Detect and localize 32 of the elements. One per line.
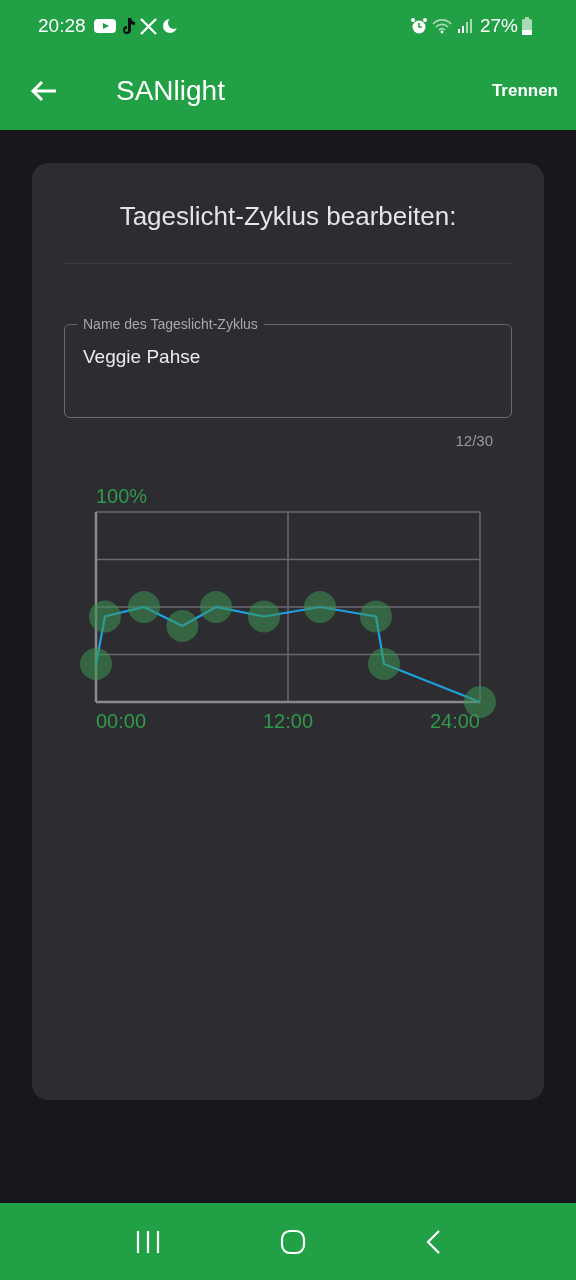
time-label: 24:00 <box>429 710 480 732</box>
home-icon[interactable] <box>280 1228 306 1255</box>
moon-icon <box>160 18 179 34</box>
field-value: Veggie Pahse <box>83 346 202 368</box>
signal-icon <box>457 18 472 34</box>
battery-icon <box>522 17 532 35</box>
point-handle[interactable] <box>304 591 336 623</box>
point-handle[interactable] <box>200 591 232 623</box>
alarm-icon <box>409 17 428 35</box>
x-icon <box>139 17 157 35</box>
wifi-icon <box>431 18 454 34</box>
character-counter: 12/30 <box>455 432 493 449</box>
time-label: 00:00 <box>96 710 147 732</box>
point-handle[interactable] <box>360 600 392 633</box>
card-title: Tageslicht-Zyklus bearbeiten: <box>118 201 458 232</box>
point-handle[interactable] <box>128 591 160 623</box>
point-handle[interactable] <box>368 648 400 680</box>
app-title: SANlight <box>116 75 226 107</box>
recent-apps-icon[interactable] <box>135 1229 162 1254</box>
name-input-field[interactable]: Name des Tageslicht-Zyklus Veggie Pahse <box>64 316 512 418</box>
point-handle[interactable] <box>88 600 121 633</box>
field-label: Name des Tageslicht-Zyklus <box>82 316 259 332</box>
back-button[interactable] <box>30 79 58 103</box>
time-label: 12:00 <box>262 710 314 732</box>
y-max-label: 100% <box>96 485 148 507</box>
point-handle[interactable] <box>248 600 280 633</box>
battery-percent: 27% <box>479 15 518 37</box>
back-nav-icon[interactable] <box>424 1228 441 1255</box>
status-time: 20:28 <box>38 15 86 37</box>
point-handle[interactable] <box>166 610 199 642</box>
video-app-icon <box>93 18 116 34</box>
point-handle[interactable] <box>80 648 112 680</box>
